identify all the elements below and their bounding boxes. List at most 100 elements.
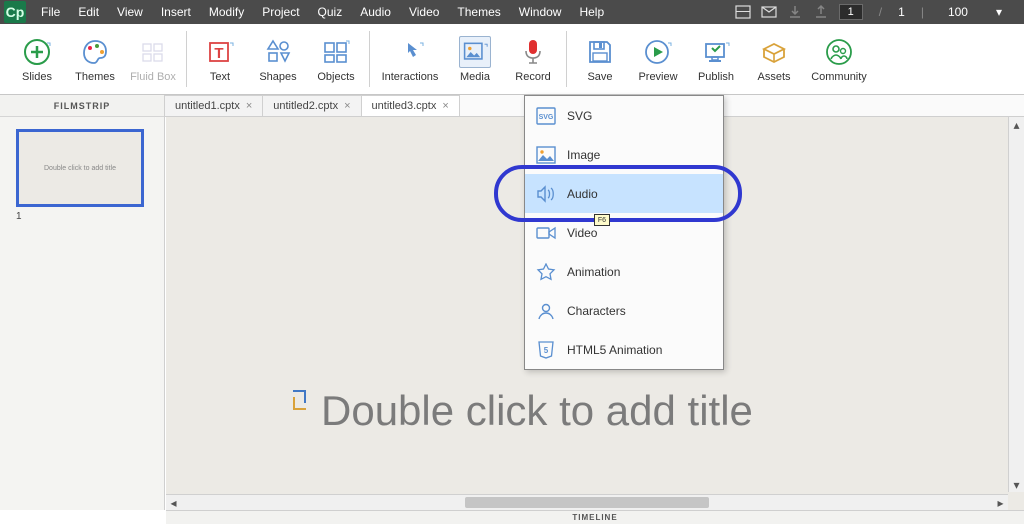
close-icon[interactable]: ×: [344, 100, 350, 112]
dropdown-label: HTML5 Animation: [567, 343, 662, 357]
filmstrip-header: FILMSTRIP: [0, 95, 164, 117]
interactions-button[interactable]: Interactions: [374, 26, 446, 92]
themes-label: Themes: [75, 71, 115, 83]
menu-file[interactable]: File: [32, 5, 69, 19]
tab-label: untitled2.cptx: [273, 100, 338, 112]
zoom-selector[interactable]: 100 ▾: [940, 4, 1010, 20]
mail-icon[interactable]: [761, 4, 777, 20]
menu-right: 1 / 1 | 100 ▾: [735, 4, 1020, 20]
image-icon: [535, 144, 557, 166]
themes-button[interactable]: Themes: [66, 26, 124, 92]
slides-button[interactable]: Slides: [8, 26, 66, 92]
tab-untitled3[interactable]: untitled3.cptx ×: [362, 95, 460, 116]
scroll-down-icon[interactable]: ▾: [1009, 477, 1024, 492]
save-icon: [584, 36, 616, 68]
tab-label: untitled1.cptx: [175, 100, 240, 112]
assets-button[interactable]: Assets: [745, 26, 803, 92]
video-icon: [535, 222, 557, 244]
dropdown-image[interactable]: Image: [525, 135, 723, 174]
slide-thumbnail[interactable]: Double click to add title: [16, 129, 144, 207]
menu-audio[interactable]: Audio: [351, 5, 400, 19]
tab-untitled1[interactable]: untitled1.cptx ×: [165, 95, 263, 116]
timeline-panel[interactable]: TIMELINE: [166, 510, 1024, 524]
scroll-thumb[interactable]: [465, 497, 709, 508]
record-icon: [517, 36, 549, 68]
scroll-right-icon[interactable]: ▸: [993, 495, 1008, 510]
dropdown-video[interactable]: Video: [525, 213, 723, 252]
toolbar-divider: [369, 31, 370, 87]
vertical-scrollbar[interactable]: ▴ ▾: [1008, 117, 1024, 492]
dropdown-audio[interactable]: Audio: [525, 174, 723, 213]
close-icon[interactable]: ×: [442, 100, 448, 112]
scroll-track[interactable]: [181, 495, 993, 510]
save-label: Save: [587, 71, 612, 83]
menu-insert[interactable]: Insert: [152, 5, 200, 19]
close-icon[interactable]: ×: [246, 100, 252, 112]
media-button[interactable]: Media: [446, 26, 504, 92]
text-button[interactable]: T Text: [191, 26, 249, 92]
animation-icon: [535, 261, 557, 283]
shapes-icon: [262, 36, 294, 68]
menu-video[interactable]: Video: [400, 5, 448, 19]
title-placeholder[interactable]: Double click to add title: [321, 387, 753, 435]
fluidbox-icon: [137, 36, 169, 68]
zoom-value: 100: [948, 5, 968, 19]
layout-icon[interactable]: [735, 4, 751, 20]
upload-icon[interactable]: [813, 4, 829, 20]
dropdown-animation[interactable]: Animation: [525, 252, 723, 291]
text-label: Text: [210, 71, 230, 83]
save-button[interactable]: Save: [571, 26, 629, 92]
community-icon: [823, 36, 855, 68]
menu-help[interactable]: Help: [570, 5, 613, 19]
shortcut-tooltip: F6: [594, 214, 610, 226]
community-button[interactable]: Community: [803, 26, 875, 92]
record-button[interactable]: Record: [504, 26, 562, 92]
media-label: Media: [460, 71, 490, 83]
toolbar-divider: [566, 31, 567, 87]
html5-icon: 5: [535, 339, 557, 361]
scroll-left-icon[interactable]: ◂: [166, 495, 181, 510]
assets-icon: [758, 36, 790, 68]
publish-label: Publish: [698, 71, 734, 83]
app-icon: Cp: [4, 1, 26, 23]
zoom-sep: |: [915, 5, 930, 19]
dropdown-characters[interactable]: Characters: [525, 291, 723, 330]
menu-edit[interactable]: Edit: [69, 5, 108, 19]
menu-bar: Cp File Edit View Insert Modify Project …: [0, 0, 1024, 24]
svg-text:SVG: SVG: [539, 114, 554, 121]
fluidbox-label: Fluid Box: [130, 71, 176, 83]
toolbar: Slides Themes Fluid Box T Text Shapes Ob…: [0, 24, 1024, 95]
menu-modify[interactable]: Modify: [200, 5, 253, 19]
preview-button[interactable]: Preview: [629, 26, 687, 92]
slides-label: Slides: [22, 71, 52, 83]
scroll-up-icon[interactable]: ▴: [1009, 117, 1024, 132]
objects-button[interactable]: Objects: [307, 26, 365, 92]
tab-untitled2[interactable]: untitled2.cptx ×: [263, 95, 361, 116]
chevron-down-icon: ▾: [996, 5, 1002, 19]
menu-window[interactable]: Window: [510, 5, 571, 19]
dropdown-label: Characters: [567, 304, 626, 318]
audio-icon: [535, 183, 557, 205]
publish-icon: [700, 36, 732, 68]
dropdown-svg[interactable]: SVG SVG: [525, 96, 723, 135]
page-current[interactable]: 1: [839, 4, 863, 20]
objects-label: Objects: [317, 71, 354, 83]
menu-project[interactable]: Project: [253, 5, 308, 19]
dropdown-html5[interactable]: 5 HTML5 Animation: [525, 330, 723, 369]
dropdown-label: Image: [567, 148, 600, 162]
fluidbox-button[interactable]: Fluid Box: [124, 26, 182, 92]
text-icon: T: [204, 36, 236, 68]
horizontal-scrollbar[interactable]: ◂ ▸: [166, 494, 1008, 510]
publish-button[interactable]: Publish: [687, 26, 745, 92]
menu-view[interactable]: View: [108, 5, 152, 19]
selection-handle: [293, 397, 306, 410]
thumb-text: Double click to add title: [44, 165, 116, 172]
menu-quiz[interactable]: Quiz: [309, 5, 352, 19]
download-icon[interactable]: [787, 4, 803, 20]
shapes-button[interactable]: Shapes: [249, 26, 307, 92]
preview-label: Preview: [638, 71, 677, 83]
page-total: 1: [898, 5, 905, 19]
record-label: Record: [515, 71, 550, 83]
characters-icon: [535, 300, 557, 322]
menu-themes[interactable]: Themes: [448, 5, 509, 19]
